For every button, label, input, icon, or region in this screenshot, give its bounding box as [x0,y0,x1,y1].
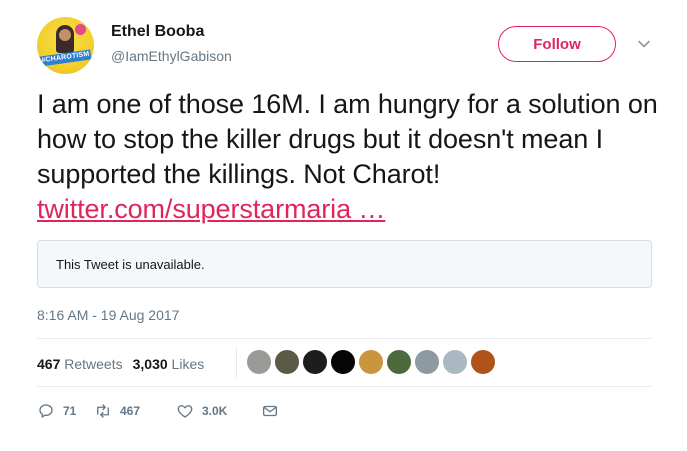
avatar-face [59,29,71,41]
tweet-timestamp[interactable]: 8:16 AM - 19 Aug 2017 [37,307,179,323]
envelope-icon [262,405,278,417]
liker-avatar-2[interactable] [274,349,300,375]
avatar-decoration [75,24,86,35]
tweet-text: I am one of those 16M. I am hungry for a… [37,87,662,227]
liker-avatar-1[interactable] [246,349,272,375]
like-action[interactable]: 3.0K [176,402,261,420]
direct-message-action[interactable] [261,402,287,420]
tweet-body: I am one of those 16M. I am hungry for a… [37,89,658,189]
author-avatar[interactable]: #CHAROTISM [37,17,94,74]
retweets-count: 467 [37,356,61,372]
liker-avatar-9[interactable] [470,349,496,375]
author-handle[interactable]: @IamEthylGabison [111,48,232,64]
retweet-count: 467 [120,404,141,418]
quoted-tweet-message: This Tweet is unavailable. [56,256,205,272]
divider [37,338,652,339]
liker-avatar-4[interactable] [330,349,356,375]
retweets-label: Retweets [64,356,123,372]
likes-label: Likes [171,356,205,372]
liker-avatar-7[interactable] [414,349,440,375]
reply-count: 71 [63,404,77,418]
liker-avatar-8[interactable] [442,349,468,375]
follow-button[interactable]: Follow [498,26,616,62]
divider [37,386,652,387]
quoted-tweet-unavailable: This Tweet is unavailable. [37,240,652,288]
tweet-link-ellipsis[interactable]: … [351,194,385,224]
avatar-badge-text: #CHAROTISM [41,50,90,65]
avatar-badge: #CHAROTISM [39,49,92,67]
likes-stat[interactable]: 3,030 Likes [133,356,205,372]
retweet-action[interactable]: 467 [94,402,176,420]
author-name[interactable]: Ethel Booba [111,23,204,41]
stats-separator [236,347,237,379]
reply-action[interactable]: 71 [37,402,94,420]
reply-icon [39,404,53,418]
liker-avatar-6[interactable] [386,349,412,375]
like-count: 3.0K [202,404,228,418]
likers-avatars [246,349,498,375]
tweet-actions: 71 467 3.0K [37,402,287,420]
liker-avatar-3[interactable] [302,349,328,375]
heart-icon [177,405,193,418]
tweet-link[interactable]: twitter.com/superstarmaria [37,194,351,224]
retweets-stat[interactable]: 467 Retweets [37,356,123,372]
chevron-down-icon[interactable] [637,37,651,51]
tweet-stats: 467 Retweets 3,030 Likes [37,356,204,372]
likes-count: 3,030 [132,356,168,372]
liker-avatar-5[interactable] [358,349,384,375]
retweet-icon [97,404,109,418]
